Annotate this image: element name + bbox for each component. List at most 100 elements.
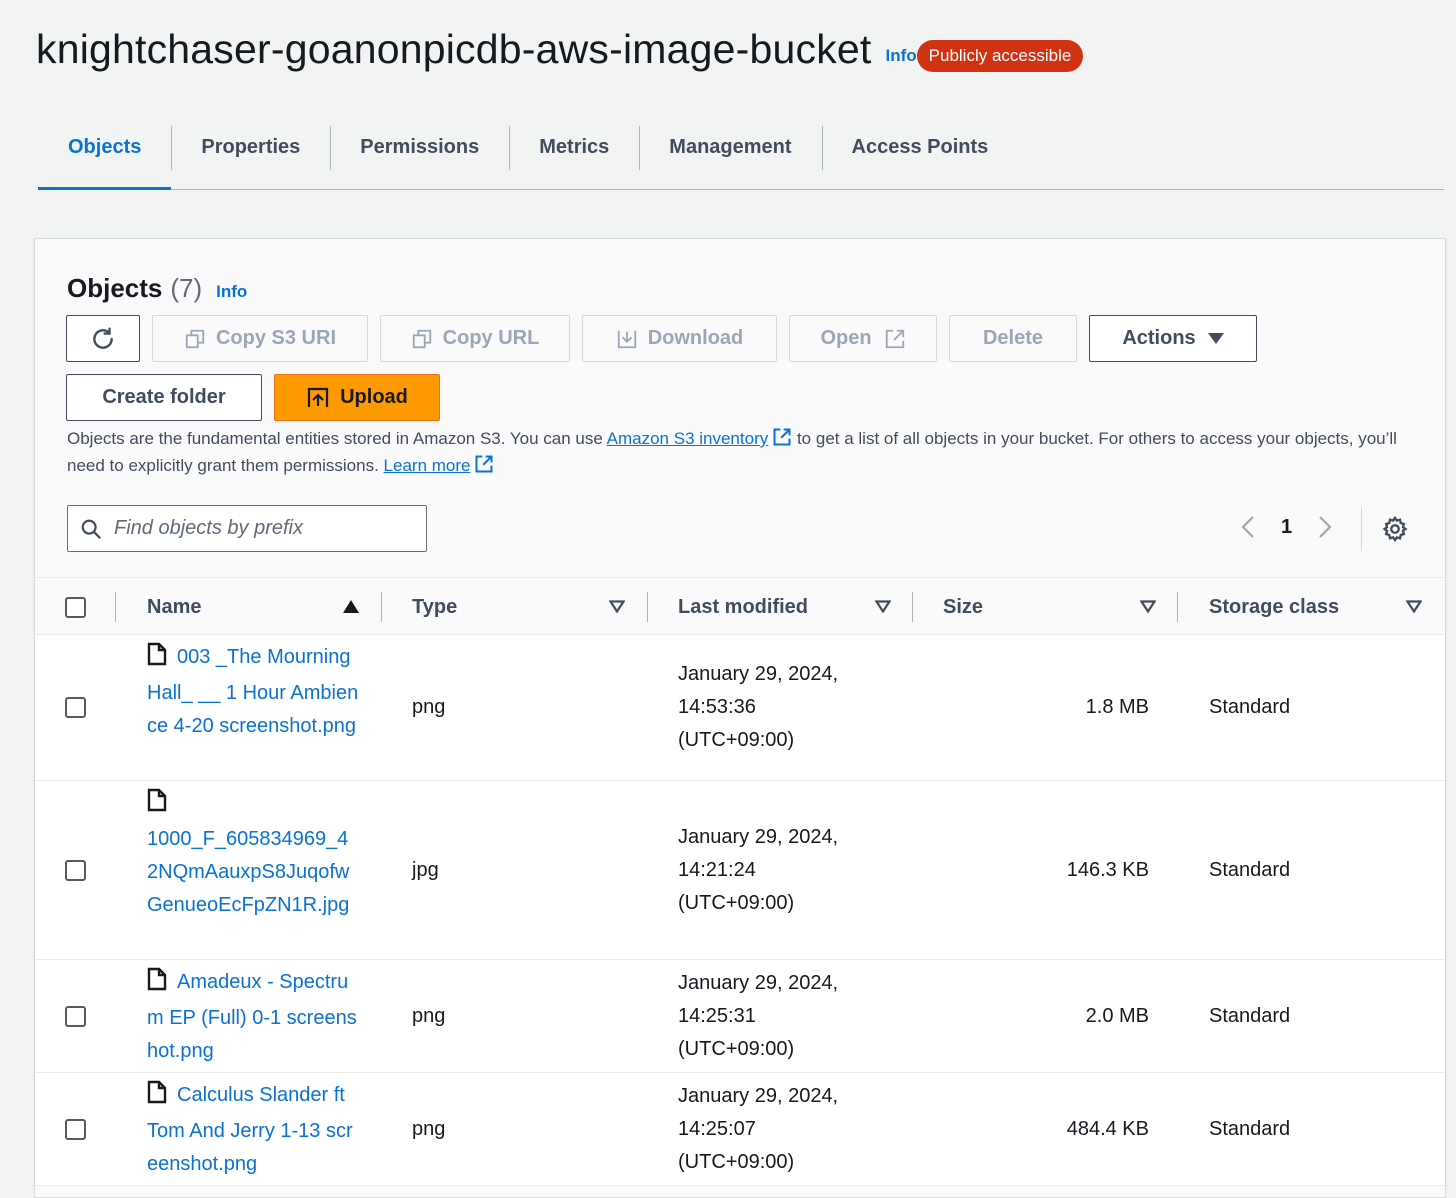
modified-timezone: (UTC+09:00): [678, 1038, 795, 1060]
object-name-link[interactable]: Amadeux - Spectrum EP (Full) 0-1 screens…: [147, 966, 359, 1068]
table-settings-button[interactable]: [1381, 515, 1409, 548]
tab-objects[interactable]: Objects: [38, 126, 172, 190]
search-icon: [80, 518, 102, 540]
row-checkbox[interactable]: [65, 697, 86, 718]
create-folder-label: Create folder: [102, 386, 226, 408]
modified-time: 14:25:31: [678, 1005, 756, 1027]
external-link-icon: [772, 427, 792, 454]
upload-label: Upload: [340, 386, 408, 408]
tab-permissions[interactable]: Permissions: [330, 126, 509, 189]
object-name-link[interactable]: Calculus Slander ft Tom And Jerry 1-13 s…: [147, 1079, 359, 1181]
object-name: Amadeux - Spectrum EP (Full) 0-1 screens…: [147, 971, 357, 1062]
delete-button[interactable]: Delete: [949, 315, 1077, 362]
object-type: png: [412, 1005, 446, 1027]
column-divider: [381, 592, 382, 622]
copy-s3-uri-label: Copy S3 URI: [215, 327, 337, 349]
copy-url-button[interactable]: Copy URL: [380, 315, 570, 362]
bucket-info-link[interactable]: Info: [886, 46, 917, 66]
object-name: Calculus Slander ft Tom And Jerry 1-13 s…: [147, 1084, 353, 1175]
object-type: jpg: [412, 859, 439, 881]
select-all-checkbox[interactable]: [65, 597, 86, 618]
tab-properties[interactable]: Properties: [171, 126, 330, 189]
upload-button[interactable]: Upload: [274, 374, 440, 421]
modified-time: 14:21:24: [678, 859, 756, 881]
object-storage-class: Standard: [1209, 859, 1291, 881]
refresh-button[interactable]: [66, 315, 140, 362]
download-label: Download: [647, 327, 744, 349]
file-icon: [147, 642, 167, 677]
sort-descending-icon[interactable]: [874, 600, 892, 618]
modified-timezone: (UTC+09:00): [678, 1151, 795, 1173]
column-header-size[interactable]: Size: [943, 578, 983, 636]
object-storage-class: Standard: [1209, 1005, 1291, 1027]
actions-dropdown[interactable]: Actions: [1089, 315, 1257, 362]
open-button[interactable]: Open: [789, 315, 937, 362]
object-name-link[interactable]: 003 _The Mourning Hall_ __ 1 Hour Ambien…: [147, 641, 359, 743]
column-divider: [1177, 592, 1178, 622]
prev-page-icon[interactable]: [1241, 515, 1255, 539]
table-row[interactable]: 003 _The Mourning Hall_ __ 1 Hour Ambien…: [35, 635, 1445, 781]
object-last-modified: January 29, 2024, 14:25:07 (UTC+09:00): [678, 1080, 838, 1179]
object-count: (7): [170, 273, 203, 303]
column-divider: [912, 592, 913, 622]
sort-descending-icon[interactable]: [1405, 600, 1423, 618]
tab-access-points[interactable]: Access Points: [821, 126, 1019, 189]
object-name-link[interactable]: 1000_F_605834969_42NQmAauxpS8JuqofwGenue…: [147, 787, 359, 922]
modified-date: January 29, 2024,: [678, 826, 839, 848]
tab-metrics[interactable]: Metrics: [509, 126, 639, 189]
row-checkbox[interactable]: [65, 860, 86, 881]
object-last-modified: January 29, 2024, 14:21:24 (UTC+09:00): [678, 821, 838, 920]
column-header-name[interactable]: Name: [147, 578, 201, 636]
learn-more-link[interactable]: Learn more: [384, 456, 471, 475]
table-row[interactable]: Amadeux - Spectrum EP (Full) 0-1 screens…: [35, 960, 1445, 1073]
tab-permissions-label: Permissions: [360, 136, 480, 158]
create-folder-button[interactable]: Create folder: [66, 374, 262, 421]
copy-s3-uri-button[interactable]: Copy S3 URI: [152, 315, 368, 362]
column-header-storage-class[interactable]: Storage class: [1209, 578, 1339, 636]
object-size: 484.4 KB: [1066, 1118, 1149, 1140]
row-checkbox[interactable]: [65, 1006, 86, 1027]
modified-time: 14:53:36: [678, 696, 756, 718]
sort-descending-icon[interactable]: [1139, 600, 1157, 618]
current-page[interactable]: 1: [1281, 516, 1292, 539]
pager-divider: [1361, 507, 1362, 551]
next-page-icon[interactable]: [1318, 515, 1332, 539]
sort-ascending-icon[interactable]: [343, 600, 359, 618]
object-size: 146.3 KB: [1066, 859, 1149, 881]
pagination: 1: [1241, 515, 1332, 539]
table-header: Name Type Last modified Size Storage cla…: [35, 577, 1445, 635]
upload-icon: [306, 386, 330, 410]
row-checkbox[interactable]: [65, 1119, 86, 1140]
refresh-icon: [90, 326, 116, 352]
delete-label: Delete: [982, 327, 1044, 349]
copy-icon: [184, 328, 206, 350]
table-row[interactable]: Calculus Slander ft Tom And Jerry 1-13 s…: [35, 1073, 1445, 1186]
object-size: 1.8 MB: [1085, 696, 1149, 718]
column-divider: [647, 592, 648, 622]
file-icon: [147, 788, 167, 823]
modified-date: January 29, 2024,: [678, 663, 839, 685]
sort-descending-icon[interactable]: [608, 600, 626, 618]
search-box: [67, 505, 427, 552]
panel-info-link[interactable]: Info: [216, 282, 247, 302]
table-row[interactable]: 1000_F_605834969_42NQmAauxpS8JuqofwGenue…: [35, 781, 1445, 960]
s3-inventory-link[interactable]: Amazon S3 inventory: [607, 429, 769, 448]
open-label: Open: [820, 327, 872, 349]
modified-time: 14:25:07: [678, 1118, 756, 1140]
download-button[interactable]: Download: [582, 315, 777, 362]
objects-table: Name Type Last modified Size Storage cla…: [35, 577, 1445, 1186]
object-last-modified: January 29, 2024, 14:25:31 (UTC+09:00): [678, 967, 838, 1066]
file-icon: [147, 1080, 167, 1115]
column-header-type[interactable]: Type: [412, 578, 457, 636]
column-header-last-modified[interactable]: Last modified: [678, 578, 808, 636]
caret-down-icon: [1207, 332, 1224, 345]
search-input[interactable]: [114, 517, 404, 540]
copy-icon: [411, 328, 433, 350]
tab-management[interactable]: Management: [639, 126, 821, 189]
objects-panel: Objects (7) Info Copy S3 URI Copy URL Do…: [34, 238, 1446, 1198]
object-size: 2.0 MB: [1085, 1005, 1149, 1027]
download-icon: [616, 328, 638, 350]
tab-properties-label: Properties: [201, 136, 301, 158]
tab-management-label: Management: [669, 136, 792, 158]
modified-timezone: (UTC+09:00): [678, 729, 795, 751]
